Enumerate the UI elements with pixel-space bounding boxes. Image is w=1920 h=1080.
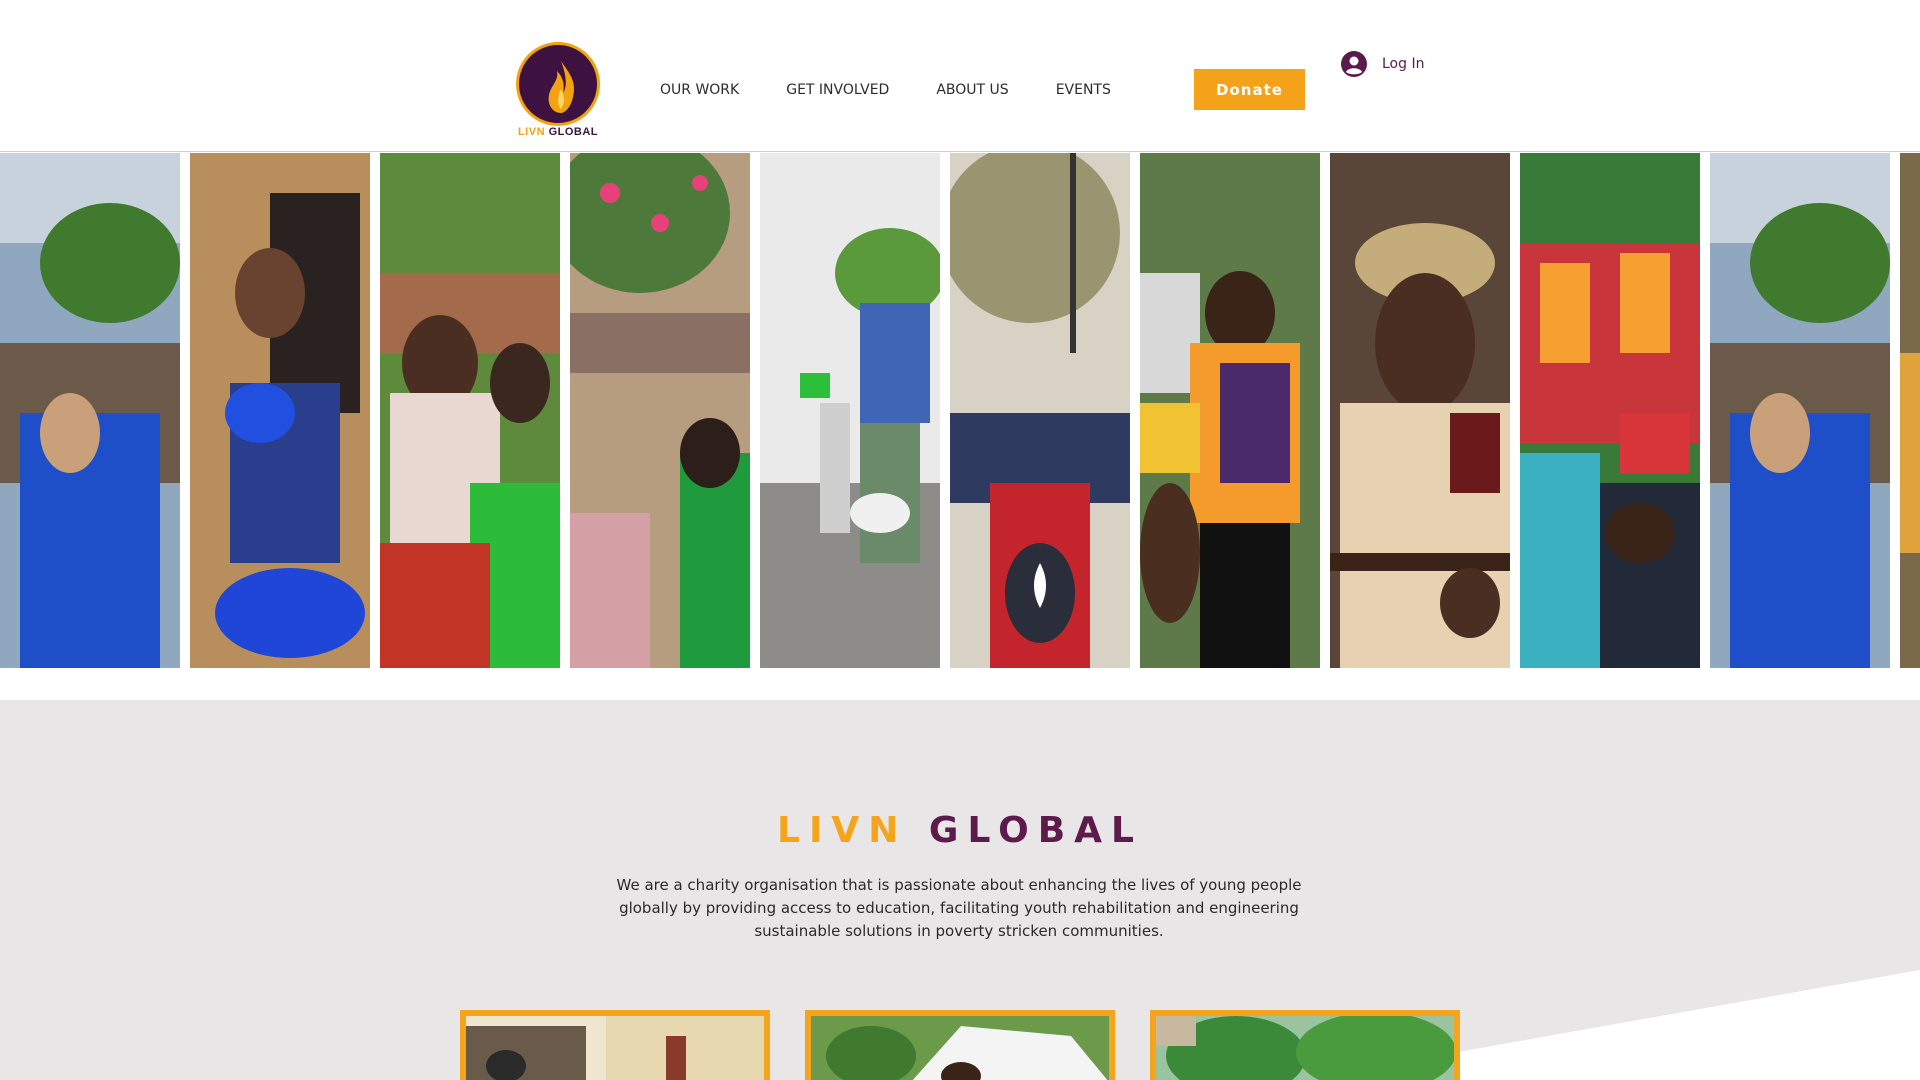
- gallery-photo[interactable]: [1520, 153, 1700, 668]
- card-image: [1156, 1016, 1454, 1080]
- card-image: [811, 1016, 1109, 1080]
- login-button[interactable]: Log In: [1340, 50, 1424, 78]
- logo-wordmark: LIVN GLOBAL: [510, 126, 606, 138]
- gallery-photo[interactable]: [1710, 153, 1890, 668]
- user-avatar-icon: [1341, 51, 1367, 77]
- torn-paper-edge: [0, 708, 1920, 734]
- logo-word-global: GLOBAL: [548, 126, 599, 138]
- login-label: Log In: [1382, 56, 1425, 72]
- gallery-photo[interactable]: [760, 153, 940, 668]
- logo-word-livn: LIVN: [517, 126, 546, 138]
- gallery-photo[interactable]: [1900, 153, 1920, 668]
- work-card[interactable]: [460, 1010, 770, 1080]
- gallery-photo[interactable]: [570, 153, 750, 668]
- gallery-photo[interactable]: [0, 153, 180, 668]
- livn-global-logo[interactable]: LIVN GLOBAL: [510, 38, 606, 140]
- gallery-photo[interactable]: [190, 153, 370, 668]
- site-header: LIVN GLOBAL OUR WORK GET INVOLVED ABOUT …: [0, 0, 1920, 152]
- main-nav: OUR WORK GET INVOLVED ABOUT US EVENTS: [660, 82, 1158, 98]
- card-image: [466, 1016, 764, 1080]
- nav-our-work[interactable]: OUR WORK: [660, 82, 739, 98]
- title-word-global: GLOBAL: [928, 810, 1143, 851]
- work-card[interactable]: [805, 1010, 1115, 1080]
- flame-logo-icon: [516, 42, 600, 126]
- about-description: We are a charity organisation that is pa…: [616, 876, 1302, 940]
- gallery-photo[interactable]: [1140, 153, 1320, 668]
- donate-button[interactable]: Donate: [1194, 69, 1305, 110]
- about-title: LIVN GLOBAL: [0, 810, 1920, 851]
- nav-get-involved[interactable]: GET INVOLVED: [786, 82, 889, 98]
- gallery-photo[interactable]: [950, 153, 1130, 668]
- nav-events[interactable]: EVENTS: [1056, 82, 1111, 98]
- gallery-photo[interactable]: [380, 153, 560, 668]
- gallery-photo[interactable]: [1330, 153, 1510, 668]
- title-word-livn: LIVN: [777, 810, 908, 851]
- work-card[interactable]: [1150, 1010, 1460, 1080]
- photo-gallery-strip: [0, 153, 1920, 668]
- nav-about-us[interactable]: ABOUT US: [936, 82, 1008, 98]
